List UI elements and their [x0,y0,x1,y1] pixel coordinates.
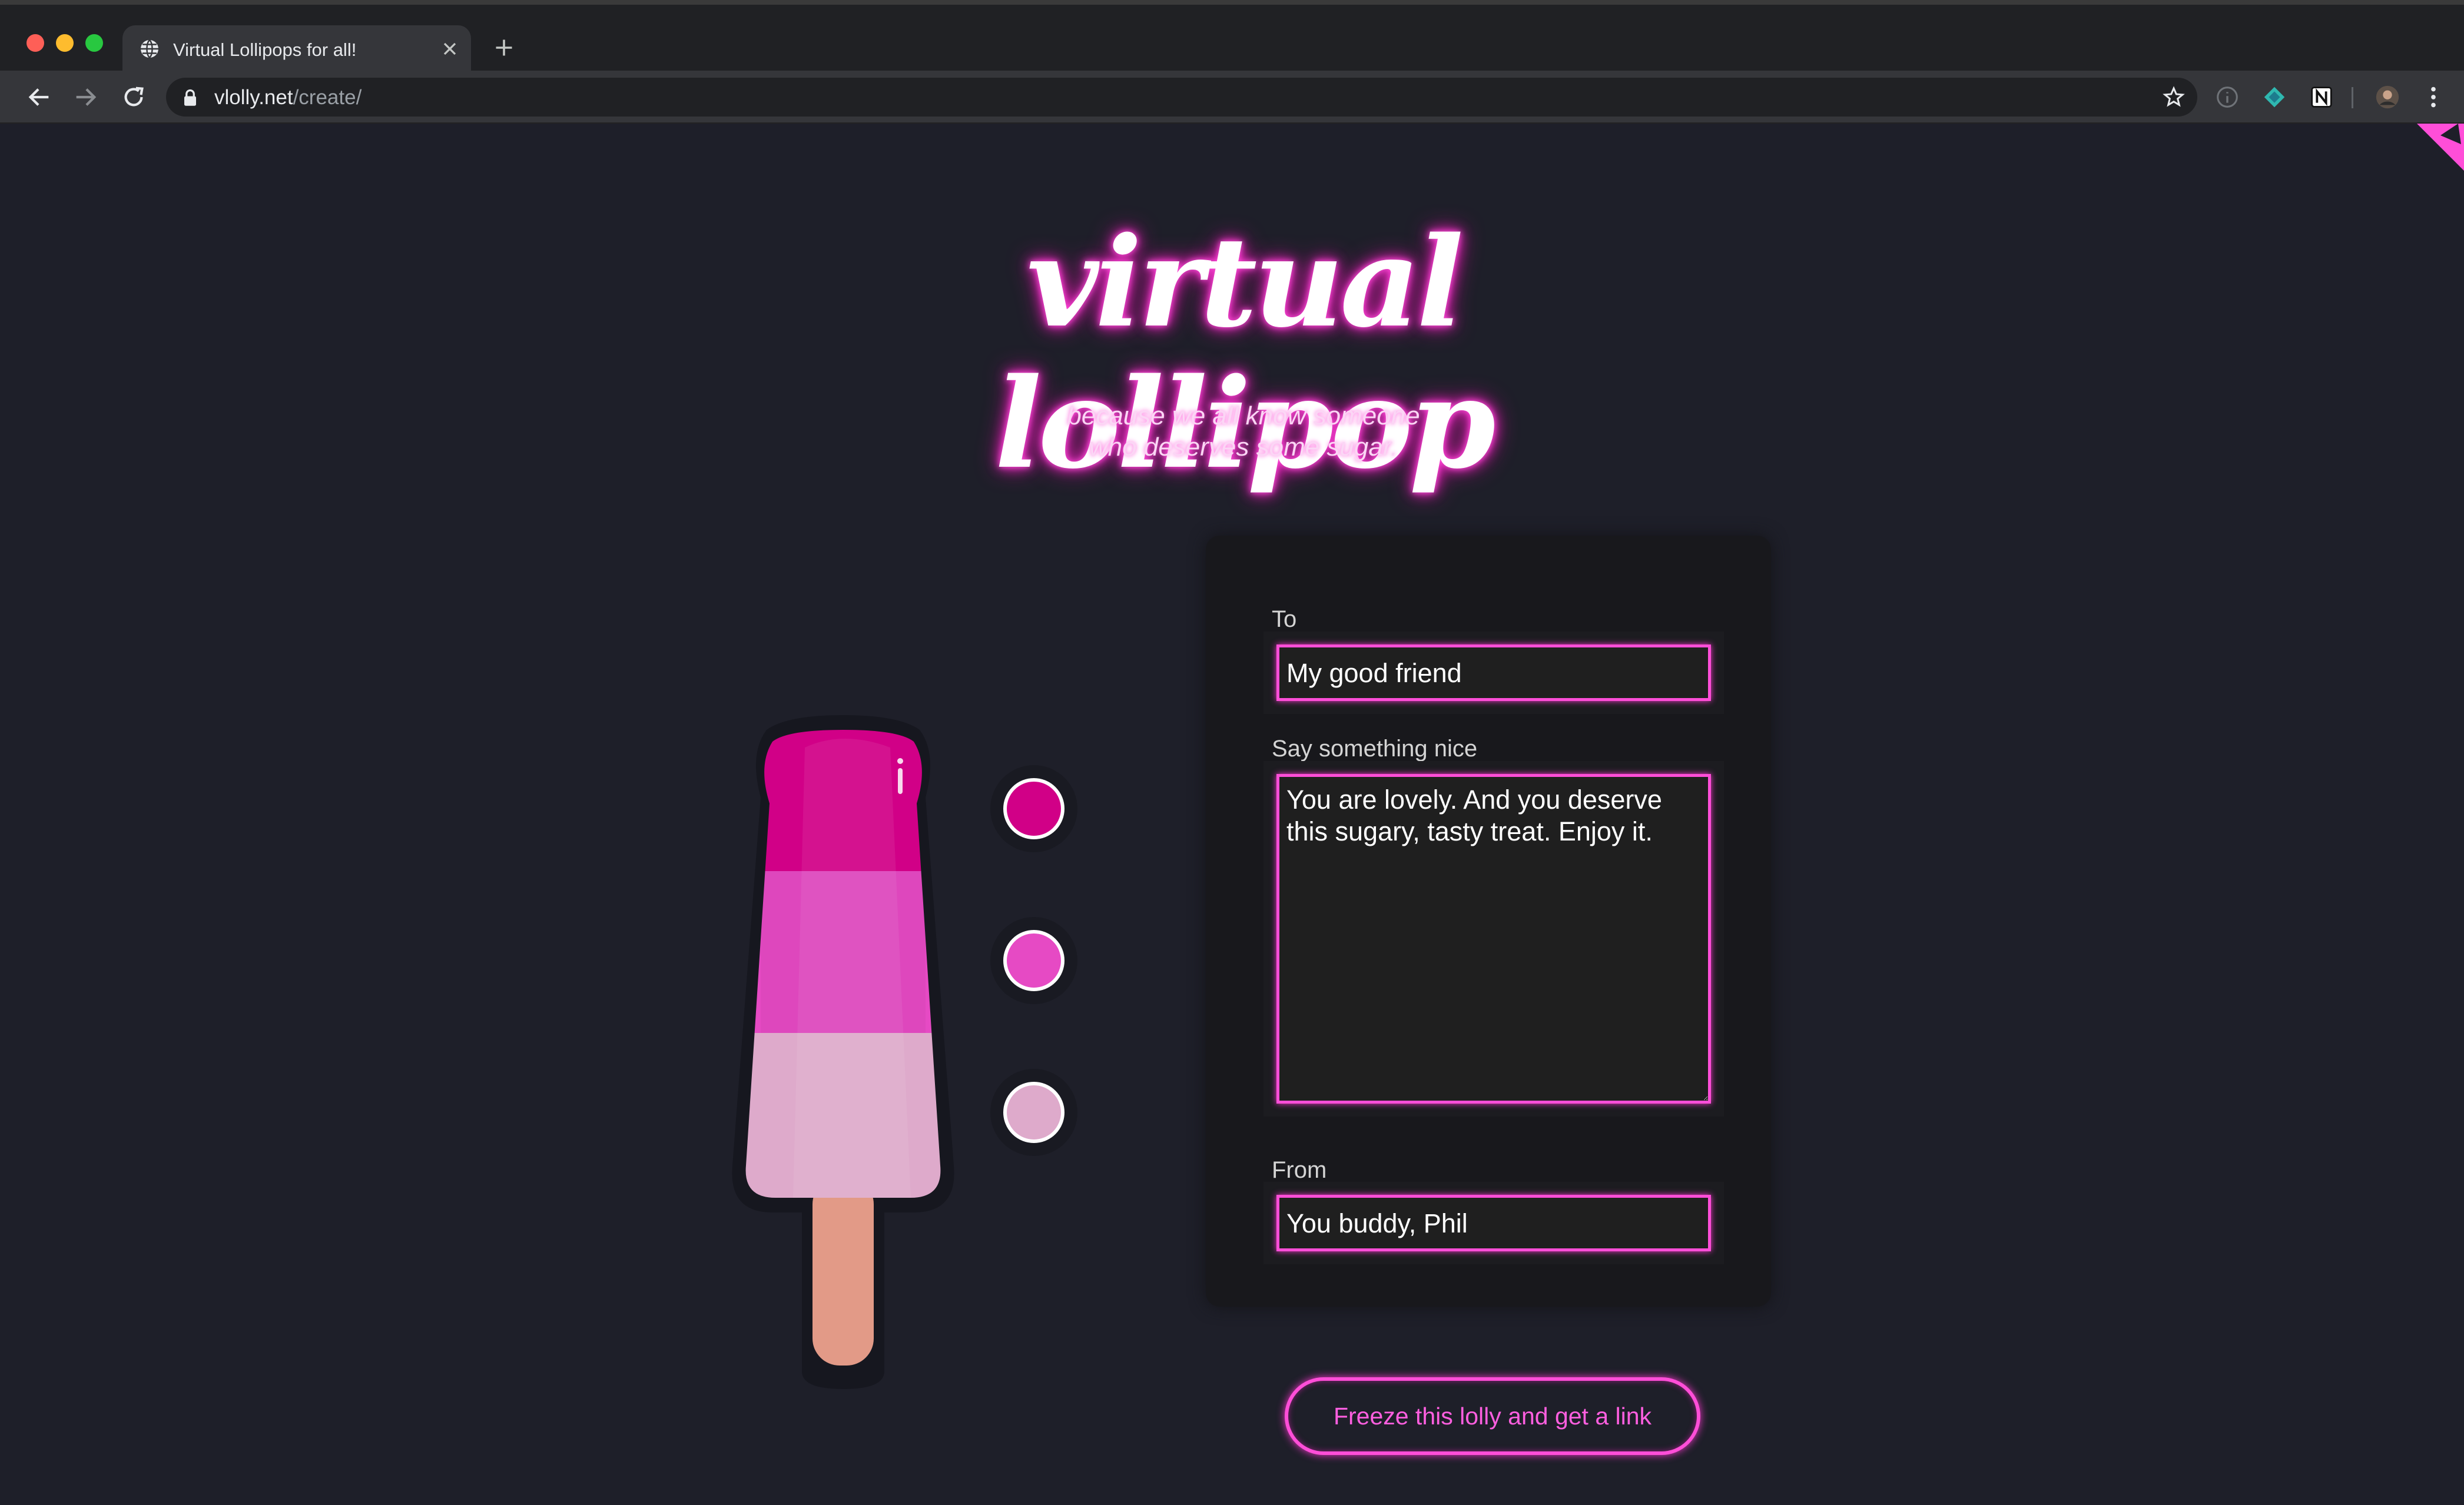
browser-window: Virtual Lollipops for all! vlolly.net/cr… [0,0,2464,1505]
lock-icon [184,89,196,106]
address-bar[interactable]: vlolly.net/create/ [166,78,2197,117]
tab-title: Virtual Lollipops for all! [173,39,357,60]
subtitle-line-2: who deserves some sugar. [1089,433,1398,461]
lolly-stick [813,1177,874,1366]
info-extension-icon[interactable] [2214,84,2241,111]
to-label: To [1272,606,1297,632]
close-tab-icon[interactable] [439,38,460,59]
message-textarea[interactable]: You are lovely. And you deserve this sug… [1276,774,1711,1104]
freeze-lolly-button[interactable]: Freeze this lolly and get a link [1285,1377,1700,1455]
lolly-illustration [732,715,954,1389]
github-corner-icon[interactable] [2405,124,2464,171]
color-swatch-bottom[interactable] [1003,1082,1064,1143]
color-swatch-middle[interactable] [1003,930,1064,991]
bookmark-star-icon[interactable] [2162,85,2186,109]
tab-active[interactable]: Virtual Lollipops for all! [122,25,471,75]
browser-toolbar: vlolly.net/create/ [0,71,2464,124]
from-input[interactable] [1276,1195,1711,1251]
forward-arrow-icon[interactable] [72,84,99,111]
reload-icon[interactable] [120,84,147,111]
message-label: Say something nice [1272,736,1478,762]
notion-extension-icon[interactable] [2308,84,2335,111]
from-label: From [1272,1157,1327,1183]
new-tab-icon[interactable] [493,37,515,58]
profile-avatar-icon[interactable] [2374,84,2401,111]
color-swatch-top[interactable] [1003,778,1064,839]
page-subtitle: because we all know someone who deserves… [949,400,1538,463]
url-text: vlolly.net/create/ [214,85,362,110]
globe-icon [141,39,158,58]
to-input[interactable] [1276,644,1711,701]
subtitle-line-1: because we all know someone [1067,401,1420,430]
toolbar-divider [2352,87,2353,108]
tab-strip: Virtual Lollipops for all! [0,0,2464,75]
back-arrow-icon[interactable] [26,84,53,111]
minimize-window-button[interactable] [56,34,74,52]
maximize-window-button[interactable] [85,34,103,52]
menu-kebab-icon[interactable] [2420,84,2447,111]
page-content: virtual lollipop because we all know som… [7,124,2464,1505]
url-host: vlolly.net [214,86,293,109]
close-window-button[interactable] [26,34,44,52]
diamond-extension-icon[interactable] [2261,84,2288,111]
url-path: /create/ [293,86,362,109]
